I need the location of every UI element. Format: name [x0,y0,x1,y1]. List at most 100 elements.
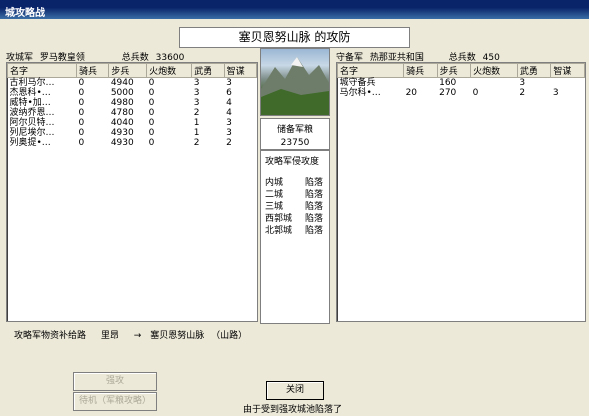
attacker-cell: 0 [78,138,85,148]
attacker-cell: 列奥提•… [9,138,51,148]
defender-cell: 160 [439,78,457,88]
attacker-cell: 3 [193,98,200,108]
attacker-cell: 3 [226,78,232,88]
attacker-cell: 3 [226,118,232,128]
attacker-cell: 0 [78,128,85,138]
defender-list[interactable]: 名字 骑兵 步兵 火炮数 武勇 智谋 城守备兵 160 3 马尔科•… 20 270 0 2 3 [336,62,586,322]
attacker-col-header[interactable]: 智谋 [223,63,258,78]
attacker-cell: 2 [193,108,200,118]
attacker-col-header[interactable]: 步兵 [108,63,148,78]
progress-box: 攻略军侵攻度 内城 陷落 二城 陷落 三城 陷落 西郭城 陷落 北郭城 陷落 [260,150,330,324]
attacker-cell: 0 [148,108,155,118]
attacker-cell: 0 [78,78,85,88]
progress-row: 北郭城 陷落 [265,223,329,236]
attacker-cell: 4940 [110,78,134,88]
attacker-table-row[interactable]: 波纳乔恩… 0 4780 0 2 4 [8,108,257,118]
defender-col-header[interactable]: 骑兵 [403,63,438,78]
attacker-cell: 波纳乔恩… [9,108,55,118]
wait-button[interactable]: 待机（军粮攻略） [73,392,157,411]
defender-cell: 3 [519,78,526,88]
attacker-cell: 杰恩科•… [9,88,51,98]
supply-type: （山路） [211,331,248,341]
attacker-cell: 4 [226,98,232,108]
progress-row: 二城 陷落 [265,187,329,200]
defender-col-header[interactable]: 名字 [336,63,405,78]
attacker-cell: 4 [226,108,232,118]
attacker-cell: 0 [148,138,155,148]
castle-name: 北郭城 [265,226,293,236]
attacker-cell: 6 [226,88,232,98]
defender-cell: 20 [405,88,418,98]
attacker-cell: 4930 [110,138,134,148]
attacker-table-row[interactable]: 列奥提•… 0 4930 0 2 2 [8,138,257,148]
attacker-cell: 0 [78,98,85,108]
attacker-table-row[interactable]: 阿尔贝特… 0 4040 0 1 3 [8,118,257,128]
supply-to: 塞贝恩努山脉 [150,331,205,341]
defender-cell [551,78,585,89]
attacker-cell: 3 [226,128,232,138]
attacker-cell: 4980 [110,98,134,108]
window-title: 城攻略战 [5,8,45,19]
defender-col-header[interactable]: 火炮数 [470,63,518,78]
attacker-table-row[interactable]: 列尼埃尔… 0 4930 0 1 3 [8,128,257,138]
progress-label: 攻略军侵攻度 [265,157,320,167]
attacker-cell: 1 [193,128,200,138]
supply-label: 攻略军物资补给路 [14,331,87,341]
defender-cell: 2 [519,88,526,98]
defender-cell: 马尔科•… [339,88,381,98]
attacker-list[interactable]: 名字 骑兵 步兵 火炮数 武勇 智谋 古利马尔… 0 4940 0 3 3 杰恩科•… 0 5000 0 3 6… [6,62,258,322]
attacker-cell: 4930 [110,128,134,138]
progress-list: 内城 陷落 二城 陷落 三城 陷落 西郭城 陷落 北郭城 陷落 [265,175,329,236]
progress-row: 西郭城 陷落 [265,211,329,224]
attacker-table-row[interactable]: 威特•加… 0 4980 0 3 4 [8,98,257,108]
arrow-right-icon: → [133,331,142,341]
progress-row: 内城 陷落 [265,175,329,188]
reserve-label: 储备军粮 [276,125,313,135]
attacker-cell: 0 [148,78,155,88]
defender-col-header[interactable]: 步兵 [436,63,472,78]
attacker-cell: 0 [148,88,155,98]
defender-cell: 270 [439,88,457,98]
attacker-cell: 0 [148,118,155,128]
attacker-cell: 列尼埃尔… [9,128,55,138]
attacker-table-row[interactable]: 古利马尔… 0 4940 0 3 3 [8,78,257,89]
reserve-box: 储备军粮 23750 [260,118,330,150]
attacker-table-row[interactable]: 杰恩科•… 0 5000 0 3 6 [8,88,257,98]
defender-col-header[interactable]: 武勇 [516,63,552,78]
attacker-cell: 阿尔贝特… [9,118,55,128]
defender-table: 名字 骑兵 步兵 火炮数 武勇 智谋 城守备兵 160 3 马尔科•… 20 270 0 2 3 [336,63,585,98]
defender-cell: 0 [472,88,479,98]
mountain-image [260,48,330,116]
defender-cell: 城守备兵 [339,78,376,88]
castle-status: 陷落 [305,226,324,236]
attacker-col-header[interactable]: 火炮数 [146,63,193,78]
mountain-graphic [261,57,329,115]
attacker-col-header[interactable]: 骑兵 [75,63,110,78]
attacker-cell: 4780 [110,108,134,118]
close-button[interactable]: 关闭 [266,381,324,400]
attacker-cell: 0 [78,108,85,118]
attacker-col-header[interactable]: 名字 [7,63,77,78]
defender-cell [404,78,438,89]
reserve-value: 23750 [280,138,310,148]
assault-button[interactable]: 强攻 [73,372,157,391]
attacker-cell: 古利马尔… [9,78,55,88]
defender-cell [471,78,518,89]
attacker-cell: 4040 [110,118,134,128]
defender-col-header[interactable]: 智谋 [550,63,585,78]
defender-table-row[interactable]: 城守备兵 160 3 [338,78,585,89]
status-text: 由于受到强攻城池陷落了 [243,405,343,415]
attacker-col-header[interactable]: 武勇 [191,63,225,78]
attacker-cell: 0 [78,88,85,98]
attacker-cell: 0 [78,118,85,128]
attacker-cell: 3 [193,88,200,98]
attacker-cell: 1 [193,118,200,128]
attacker-cell: 3 [193,78,200,88]
supply-from: 里昂 [100,331,119,341]
defender-cell: 3 [552,88,559,98]
title-bar: 城攻略战 [0,0,589,19]
battle-title: 塞贝恩努山脉 的攻防 [179,27,410,48]
attacker-cell: 威特•加… [9,98,51,108]
defender-table-row[interactable]: 马尔科•… 20 270 0 2 3 [338,88,585,98]
supply-route: 攻略军物资补给路 里昂 → 塞贝恩努山脉 （山路） [14,328,259,341]
